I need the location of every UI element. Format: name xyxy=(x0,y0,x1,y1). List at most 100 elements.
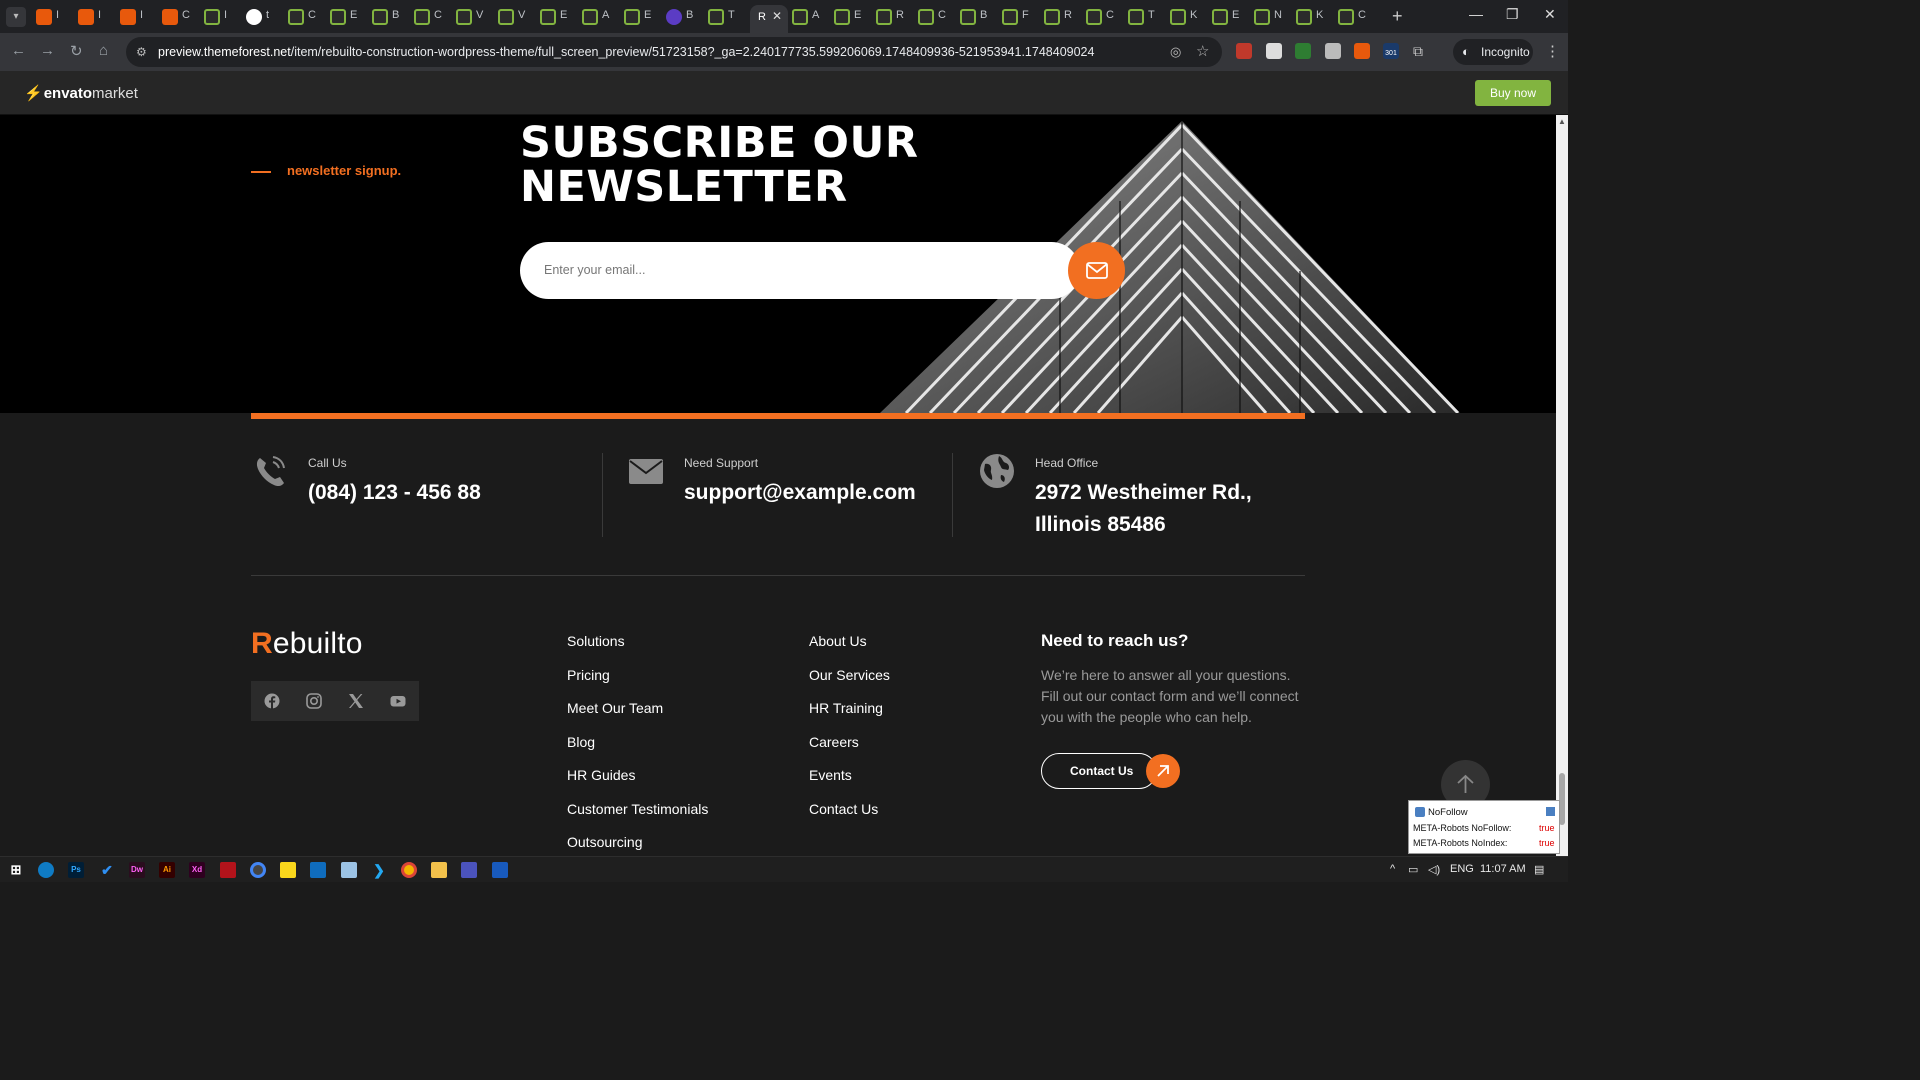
minimize-icon[interactable]: — xyxy=(1469,6,1483,22)
subscribe-button[interactable] xyxy=(1068,242,1125,299)
browser-tab[interactable]: B xyxy=(666,5,706,29)
sticky-notes-icon[interactable] xyxy=(280,862,296,878)
browser-tab[interactable]: V xyxy=(456,5,496,29)
instagram-link[interactable] xyxy=(293,681,335,721)
footer-link-contact-us[interactable]: Contact Us xyxy=(809,801,878,817)
browser-tab[interactable]: C xyxy=(414,5,454,29)
browser-tab[interactable]: T xyxy=(708,5,748,29)
browser-tab[interactable]: T xyxy=(1128,5,1168,29)
url-text[interactable]: preview.themeforest.net/item/rebuilto-co… xyxy=(158,45,1094,59)
extension-icon[interactable] xyxy=(1236,43,1252,59)
tab-search-button[interactable]: ▾ xyxy=(6,7,26,27)
chrome-icon[interactable] xyxy=(401,862,417,878)
vscode-icon[interactable]: ❯ xyxy=(371,862,387,878)
footer-link-events[interactable]: Events xyxy=(809,767,852,783)
network-icon[interactable]: ▭ xyxy=(1408,863,1418,876)
browser-tab[interactable]: I xyxy=(36,5,76,29)
browser-tab[interactable]: E xyxy=(834,5,874,29)
incognito-indicator[interactable]: ◐ Incognito xyxy=(1453,39,1533,65)
address-bar[interactable]: ⚙ preview.themeforest.net/item/rebuilto-… xyxy=(126,37,1222,67)
notifications-icon[interactable]: ▤ xyxy=(1534,863,1544,876)
xd-icon[interactable]: Xd xyxy=(189,862,205,878)
browser-tab[interactable]: I xyxy=(78,5,118,29)
close-window-icon[interactable]: ✕ xyxy=(1544,6,1556,23)
envato-logo[interactable]: ⚡envatomarket xyxy=(24,84,138,102)
reload-icon[interactable]: ↻ xyxy=(70,42,83,60)
site-info-icon[interactable]: ⚙ xyxy=(136,45,147,59)
extension-icon[interactable] xyxy=(1266,43,1282,59)
tray-chevron-icon[interactable]: ^ xyxy=(1390,863,1395,875)
browser-tab[interactable]: t xyxy=(246,5,286,29)
browser-tab[interactable]: K xyxy=(1296,5,1336,29)
contact-us-arrow-button[interactable] xyxy=(1146,754,1180,788)
clock[interactable]: 11:07 AM xyxy=(1480,863,1526,875)
edge-icon[interactable] xyxy=(38,862,54,878)
browser-tab[interactable]: R xyxy=(1044,5,1084,29)
back-icon[interactable]: ← xyxy=(11,42,26,59)
footer-link-blog[interactable]: Blog xyxy=(567,734,595,750)
close-tab-icon[interactable]: ✕ xyxy=(772,9,782,23)
browser-tab[interactable]: B xyxy=(372,5,412,29)
browser-tab[interactable]: C xyxy=(1338,5,1378,29)
browser-tab[interactable]: R ✕ xyxy=(750,5,788,33)
footer-link-meet-our-team[interactable]: Meet Our Team xyxy=(567,700,663,716)
browser-tab[interactable]: I xyxy=(204,5,244,29)
redirect-extension-icon[interactable]: 301 xyxy=(1383,43,1399,59)
eye-off-icon[interactable]: ◎ xyxy=(1170,44,1181,60)
browser-tab[interactable]: E xyxy=(540,5,580,29)
browser-tab[interactable]: I xyxy=(120,5,160,29)
extension-icon[interactable] xyxy=(1295,43,1311,59)
camera-extension-icon[interactable] xyxy=(1325,43,1341,59)
browser-tab[interactable]: E xyxy=(624,5,664,29)
illustrator-icon[interactable]: Ai xyxy=(159,862,175,878)
browser-tab[interactable]: B xyxy=(960,5,1000,29)
browser-tab[interactable]: E xyxy=(330,5,370,29)
browser-tab[interactable]: K xyxy=(1170,5,1210,29)
bookmark-star-icon[interactable]: ☆ xyxy=(1196,42,1209,60)
browser-tab[interactable]: V xyxy=(498,5,538,29)
browser-menu-icon[interactable]: ⋮ xyxy=(1545,42,1560,60)
volume-icon[interactable]: ◁) xyxy=(1428,863,1440,876)
chrome-active-icon[interactable] xyxy=(250,862,266,878)
browser-tab[interactable]: A xyxy=(582,5,622,29)
browser-tab[interactable]: E xyxy=(1212,5,1252,29)
facebook-link[interactable] xyxy=(251,681,293,721)
forward-icon[interactable]: → xyxy=(40,42,55,59)
extensions-puzzle-icon[interactable]: ⧉ xyxy=(1413,43,1429,59)
footer-link-pricing[interactable]: Pricing xyxy=(567,667,610,683)
notepad-icon[interactable] xyxy=(341,862,357,878)
browser-tab[interactable]: C xyxy=(162,5,202,29)
browser-tab[interactable]: R xyxy=(876,5,916,29)
buy-now-button[interactable]: Buy now xyxy=(1475,80,1551,106)
scroll-up-arrow-icon[interactable]: ▲ xyxy=(1558,117,1566,126)
filezilla-icon[interactable] xyxy=(220,862,236,878)
photoshop-icon[interactable]: Ps xyxy=(68,862,84,878)
rebuilto-logo[interactable]: Rebuilto xyxy=(251,627,363,661)
footer-link-solutions[interactable]: Solutions xyxy=(567,633,625,649)
footer-link-our-services[interactable]: Our Services xyxy=(809,667,890,683)
page-scrollbar[interactable]: ▲ xyxy=(1556,115,1568,856)
footer-link-outsourcing[interactable]: Outsourcing xyxy=(567,834,642,850)
todo-icon[interactable]: ✔ xyxy=(99,862,115,878)
contact-call-value[interactable]: (084) 123 - 456 88 xyxy=(308,477,481,509)
contact-us-button[interactable]: Contact Us xyxy=(1041,753,1157,789)
youtube-link[interactable] xyxy=(377,681,419,721)
nofollow-toggle-icon[interactable] xyxy=(1546,807,1555,816)
restore-icon[interactable]: ❐ xyxy=(1506,6,1519,23)
footer-link-hr-guides[interactable]: HR Guides xyxy=(567,767,635,783)
home-icon[interactable]: ⌂ xyxy=(99,42,108,59)
browser-tab[interactable]: C xyxy=(288,5,328,29)
dreamweaver-icon[interactable]: Dw xyxy=(129,862,145,878)
footer-link-careers[interactable]: Careers xyxy=(809,734,859,750)
teams-icon[interactable] xyxy=(461,862,477,878)
new-tab-button[interactable]: + xyxy=(1392,6,1403,27)
windows-start-icon[interactable]: ⊞ xyxy=(8,862,24,878)
footer-link-about-us[interactable]: About Us xyxy=(809,633,867,649)
outlook-icon[interactable] xyxy=(310,862,326,878)
x-link[interactable] xyxy=(335,681,377,721)
word-icon[interactable] xyxy=(492,862,508,878)
browser-tab[interactable]: A xyxy=(792,5,832,29)
browser-tab[interactable]: C xyxy=(1086,5,1126,29)
language-indicator[interactable]: ENG xyxy=(1450,863,1474,875)
browser-tab[interactable]: F xyxy=(1002,5,1042,29)
